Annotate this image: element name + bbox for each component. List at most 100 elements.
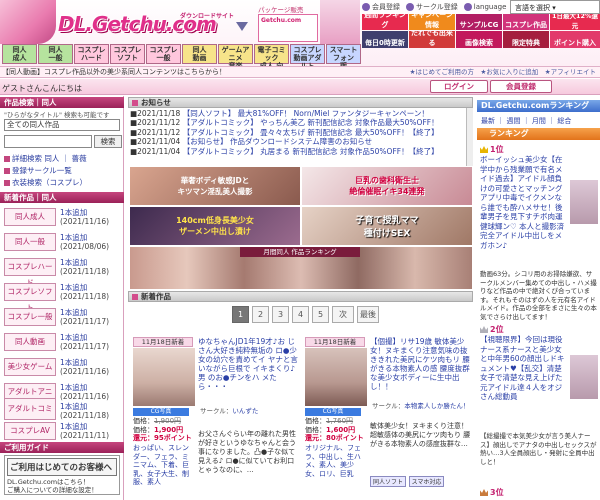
promo-banner[interactable]: 巨乳の歯科衛生士 絶倫催眠イキ34連発: [302, 167, 472, 205]
new-cat-info[interactable]: 1本追加 (2021/08/06): [60, 233, 109, 251]
cat-game-anime[interactable]: ゲームアニメ 音楽: [218, 44, 253, 70]
info-bar: 【同人動画】コスプレ作品以外の美少系同人コンテンツはこちらから！ ★はじめてご利…: [0, 66, 600, 78]
product-tags[interactable]: おっぱい、スレンダー、フェラ、ミニマム、下着、巨乳、女子大生、制服、素人: [133, 444, 195, 498]
campaign-banner[interactable]: キャンペーン情報: [409, 14, 455, 30]
page-2[interactable]: 2: [252, 306, 269, 323]
cat-smartphone[interactable]: スマートフォン 版: [326, 44, 361, 70]
cat-cosplay-hard[interactable]: コスプレ ハード: [74, 44, 109, 64]
new-cat-info[interactable]: 1本追加 (2021/11/18): [60, 402, 109, 420]
cat-cosplay-soft[interactable]: コスプレ ソフト: [110, 44, 145, 64]
page-next[interactable]: 次: [332, 306, 354, 323]
product-description: お父さんぐらい年の離れた男性が好きというゆなちゃんと会う事になりました。凸●子な…: [198, 430, 296, 474]
promo-banner[interactable]: 140cm低身長美少女 ザーメン中出し漬け: [130, 207, 300, 245]
new-cat-info[interactable]: 1本追加 (2021/11/11): [60, 422, 109, 440]
circle-register-link[interactable]: サークル登録: [406, 2, 458, 12]
news-item[interactable]: ■2021/11/12 【アダルトコミック】 やっちん美乙 新刊配信記念 対象作…: [130, 118, 468, 127]
rank-2-title[interactable]: 【視聴限界】今回は現役ナース系ナースと美少女と中年男60の顔出しドキュメント♥【…: [480, 335, 568, 430]
search-button[interactable]: 検索: [94, 135, 122, 148]
ranking-head: ランキング: [477, 128, 600, 140]
search-category-select[interactable]: 全ての同人作品: [4, 119, 120, 131]
page-1[interactable]: 1: [232, 306, 249, 323]
news-item[interactable]: ■2021/11/04 【お知らせ】 作品ダウンロードシステム障害のお知らせ: [130, 137, 468, 146]
sample-cg-banner[interactable]: サンプルCG: [456, 14, 502, 30]
costume-search-link[interactable]: 衣装検索（コスプレ）: [4, 177, 87, 188]
new-cat-button[interactable]: 同人動画: [4, 333, 56, 351]
anyone-can-banner[interactable]: だれでも出来る: [409, 31, 455, 48]
page-5[interactable]: 5: [312, 306, 329, 323]
new-cat-button[interactable]: 美少女ゲーム: [4, 358, 56, 376]
guide-text: DL.Getchu.comはこちら！ ご購入についての詳細な設定！: [7, 478, 98, 494]
monthly-ranking-label[interactable]: 月間同人 作品ランキング: [240, 247, 360, 257]
cat-cosplay-general[interactable]: コスプレ 一般: [146, 44, 181, 64]
point-purchase-banner[interactable]: ポイント購入: [550, 31, 600, 48]
new-cat-button[interactable]: アダルトコミック: [4, 398, 56, 433]
new-cat-info[interactable]: 1本追加 (2021/11/18): [60, 283, 109, 301]
image-search-banner[interactable]: 画像検索: [456, 31, 502, 48]
guide-title: ご利用はじめてのお客様へ: [7, 458, 117, 476]
product-tags[interactable]: オリジナル、フェラ、中出し、生ハメ、素人、美少女、ロリ、巨乳: [305, 444, 367, 498]
circle-list-link[interactable]: 登録サークル一覧: [4, 165, 72, 176]
limited-bonus-banner[interactable]: 限定特典: [503, 31, 549, 48]
new-cat-info[interactable]: 1本追加 (2021/11/16): [60, 383, 109, 401]
page-4[interactable]: 4: [292, 306, 309, 323]
cashback-banner[interactable]: 1日最大12%還元: [550, 14, 600, 30]
getchu-package-link[interactable]: Getchu.com: [258, 14, 318, 42]
new-cat-button[interactable]: コスプレAV: [4, 422, 56, 440]
new-cat-info[interactable]: 1本追加 (2021/11/18): [60, 258, 109, 276]
promo-banner[interactable]: 子育て授乳ママ 種付けSEX: [302, 207, 472, 245]
new-cat-button[interactable]: 同人成人: [4, 208, 56, 226]
info-bar-text[interactable]: 【同人動画】コスプレ作品以外の美少系同人コンテンツはこちらから！: [2, 68, 226, 76]
section-icon: [132, 294, 138, 300]
page-last[interactable]: 最後: [357, 306, 379, 323]
cosplay-banner[interactable]: コスプレ作品: [503, 14, 549, 30]
info-bar-links[interactable]: ★はじめてご利用の方 ★お気に入りに追加 ★アフィリエイト: [410, 67, 596, 78]
chip: 同人ソフト: [370, 476, 407, 487]
cat-doujin-general[interactable]: 同人 一般: [38, 44, 73, 64]
mascot-logo-art[interactable]: [0, 0, 56, 44]
news-item[interactable]: ■2021/11/04 【アダルトコミック】 丸居まる 新刊配信記念 対象作品5…: [130, 147, 468, 156]
register-link[interactable]: 会員登録: [362, 2, 400, 12]
page-3[interactable]: 3: [272, 306, 289, 323]
cat-ecomic[interactable]: 電子コミック 成人 向: [254, 44, 289, 70]
cat-doujin-adult[interactable]: 同人 成人: [2, 44, 37, 64]
rank-2-thumbnail[interactable]: [570, 355, 598, 399]
new-cat-info[interactable]: 1本追加 (2021/11/17): [60, 308, 109, 326]
product-thumbnail[interactable]: [305, 348, 367, 406]
package-banner-art[interactable]: [320, 0, 360, 44]
cat-cosplay-video[interactable]: コスプレ 動画アダルト: [290, 44, 325, 70]
new-cat-button[interactable]: コスプレソフト: [4, 283, 56, 312]
language-select[interactable]: 言語を選択 ▾: [510, 0, 600, 14]
new-cat-info[interactable]: 1本追加 (2021/11/16): [60, 358, 109, 376]
new-works-head: 新着作品: [128, 291, 473, 302]
new-cat-info[interactable]: 1本追加 (2021/11/17): [60, 333, 109, 351]
promo-banner[interactable]: 華奢ボディ敏感JDと キツマン淫乱美人撮影: [130, 167, 300, 205]
ranking-period-tabs[interactable]: 最新 ｜ 週間 ｜ 月間 ｜ 総合: [481, 116, 571, 126]
news-scrollbar[interactable]: [466, 108, 473, 166]
cat-doujin-video[interactable]: 同人 動画: [182, 44, 217, 64]
product-chips: 同人ソフト スマホ対応: [370, 476, 474, 487]
news-item[interactable]: ■2021/11/12 【アダルトコミック】 畳々々太ちげ 新刊配信記念 最大5…: [130, 128, 468, 137]
rank-1-thumbnail[interactable]: [570, 180, 598, 224]
new-cat-button[interactable]: コスプレ一般: [4, 308, 56, 326]
product-circle[interactable]: サークル：いんずた: [200, 405, 258, 415]
login-button[interactable]: ログイン: [430, 80, 488, 93]
product-circle[interactable]: サークル：本物素人しか勝たん！: [372, 400, 472, 410]
search-input[interactable]: [4, 135, 92, 148]
bullet-icon: [4, 167, 10, 174]
language-link[interactable]: language: [463, 3, 506, 11]
product-title[interactable]: ゆなちゃんJD1年19才♪お じさん大好き純粋無垢の ロ●少女の幼穴を責めてイ …: [198, 337, 300, 401]
product-title[interactable]: 【個撮】リサ19歳 敏体美少女！ヌキまくり注意気味の抜ききれた美尻にケツ肉もリ …: [370, 337, 472, 401]
product-thumbnail[interactable]: [133, 348, 195, 406]
new-cat-info[interactable]: 1本追加 (2021/11/16): [60, 208, 109, 226]
package-sale-label: パッケージ販売: [258, 6, 304, 14]
detail-search-link[interactable]: 詳細検索 同人 ｜ 薔薇: [4, 153, 87, 164]
daily-update-banner[interactable]: 毎日0時更新: [362, 31, 408, 48]
weekly-ranking-banner[interactable]: 週間ランキング: [362, 14, 408, 30]
new-cat-button[interactable]: コスプレハード: [4, 258, 56, 287]
crown-icon: [480, 146, 488, 153]
register-button[interactable]: 会員登録: [490, 80, 552, 93]
new-cat-button[interactable]: 同人一般: [4, 233, 56, 251]
rank-1-title[interactable]: ボーイッシュ美少女【在学中から残業願で有名メイド過去】アイドル顔負けの可愛さとマ…: [480, 155, 568, 269]
guide-box[interactable]: ご利用はじめてのお客様へ DL.Getchu.comはこちら！ ご購入についての…: [4, 455, 120, 495]
news-item[interactable]: ■2021/11/18 【同人ソフト】 最大81%OFF！ Norn/Miel …: [130, 109, 468, 118]
